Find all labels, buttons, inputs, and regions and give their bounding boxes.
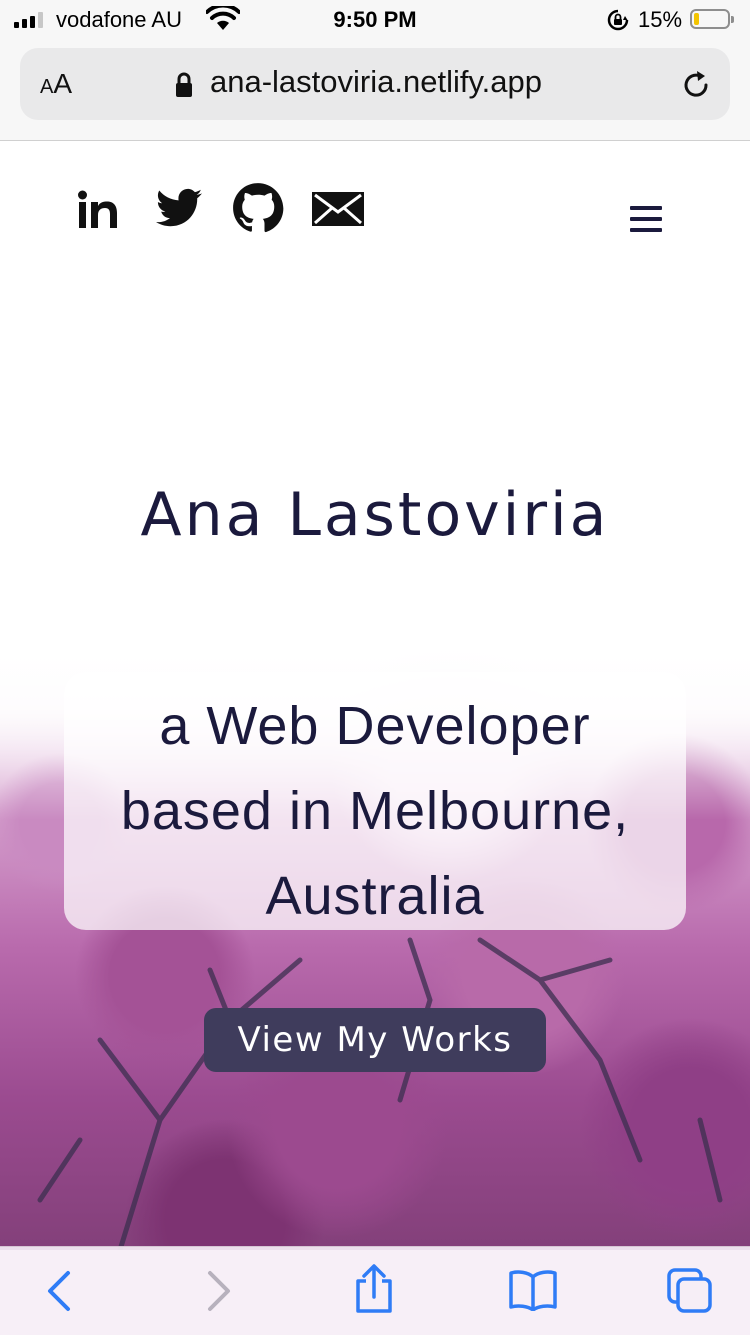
email-link[interactable] [312,192,364,230]
battery-percent: 15% [638,7,683,32]
bookmarks-icon[interactable] [508,1269,558,1311]
battery-icon [690,9,734,29]
padlock-icon [176,72,192,97]
tagline-line: a Web Developer [159,696,591,756]
hero-name: Ana Lastoviria [140,480,610,550]
battery-fill [694,13,699,25]
forward-icon[interactable] [204,1269,234,1313]
url-text[interactable]: ana-lastoviria.netlify.app [210,64,542,100]
status-bar: vodafone AU 9:50 PM 15% [0,0,750,40]
github-link[interactable] [232,182,284,238]
address-bar[interactable]: AA ana-lastoviria.netlify.app [20,48,730,120]
browser-chrome: AA ana-lastoviria.netlify.app [0,40,750,141]
tagline-line: Australia [265,866,485,926]
tabs-icon[interactable] [666,1267,714,1315]
browser-toolbar [0,1246,750,1335]
twitter-link[interactable] [156,188,202,232]
reload-icon[interactable] [680,68,714,102]
github-icon [233,183,284,233]
twitter-icon [156,188,202,227]
view-my-works-button[interactable]: View My Works [204,1008,546,1072]
tagline-line: based in Melbourne, [120,781,630,841]
hamburger-menu-icon[interactable] [630,206,662,239]
back-icon[interactable] [44,1269,74,1313]
share-icon[interactable] [352,1263,396,1315]
hero-tagline: a Web Developer based in Melbourne, Aust… [64,684,686,939]
orientation-lock-icon [607,9,629,31]
email-icon [312,192,364,226]
linkedin-icon [78,190,117,228]
reader-text-size-button[interactable]: AA [40,68,72,100]
linkedin-link[interactable] [76,190,120,234]
